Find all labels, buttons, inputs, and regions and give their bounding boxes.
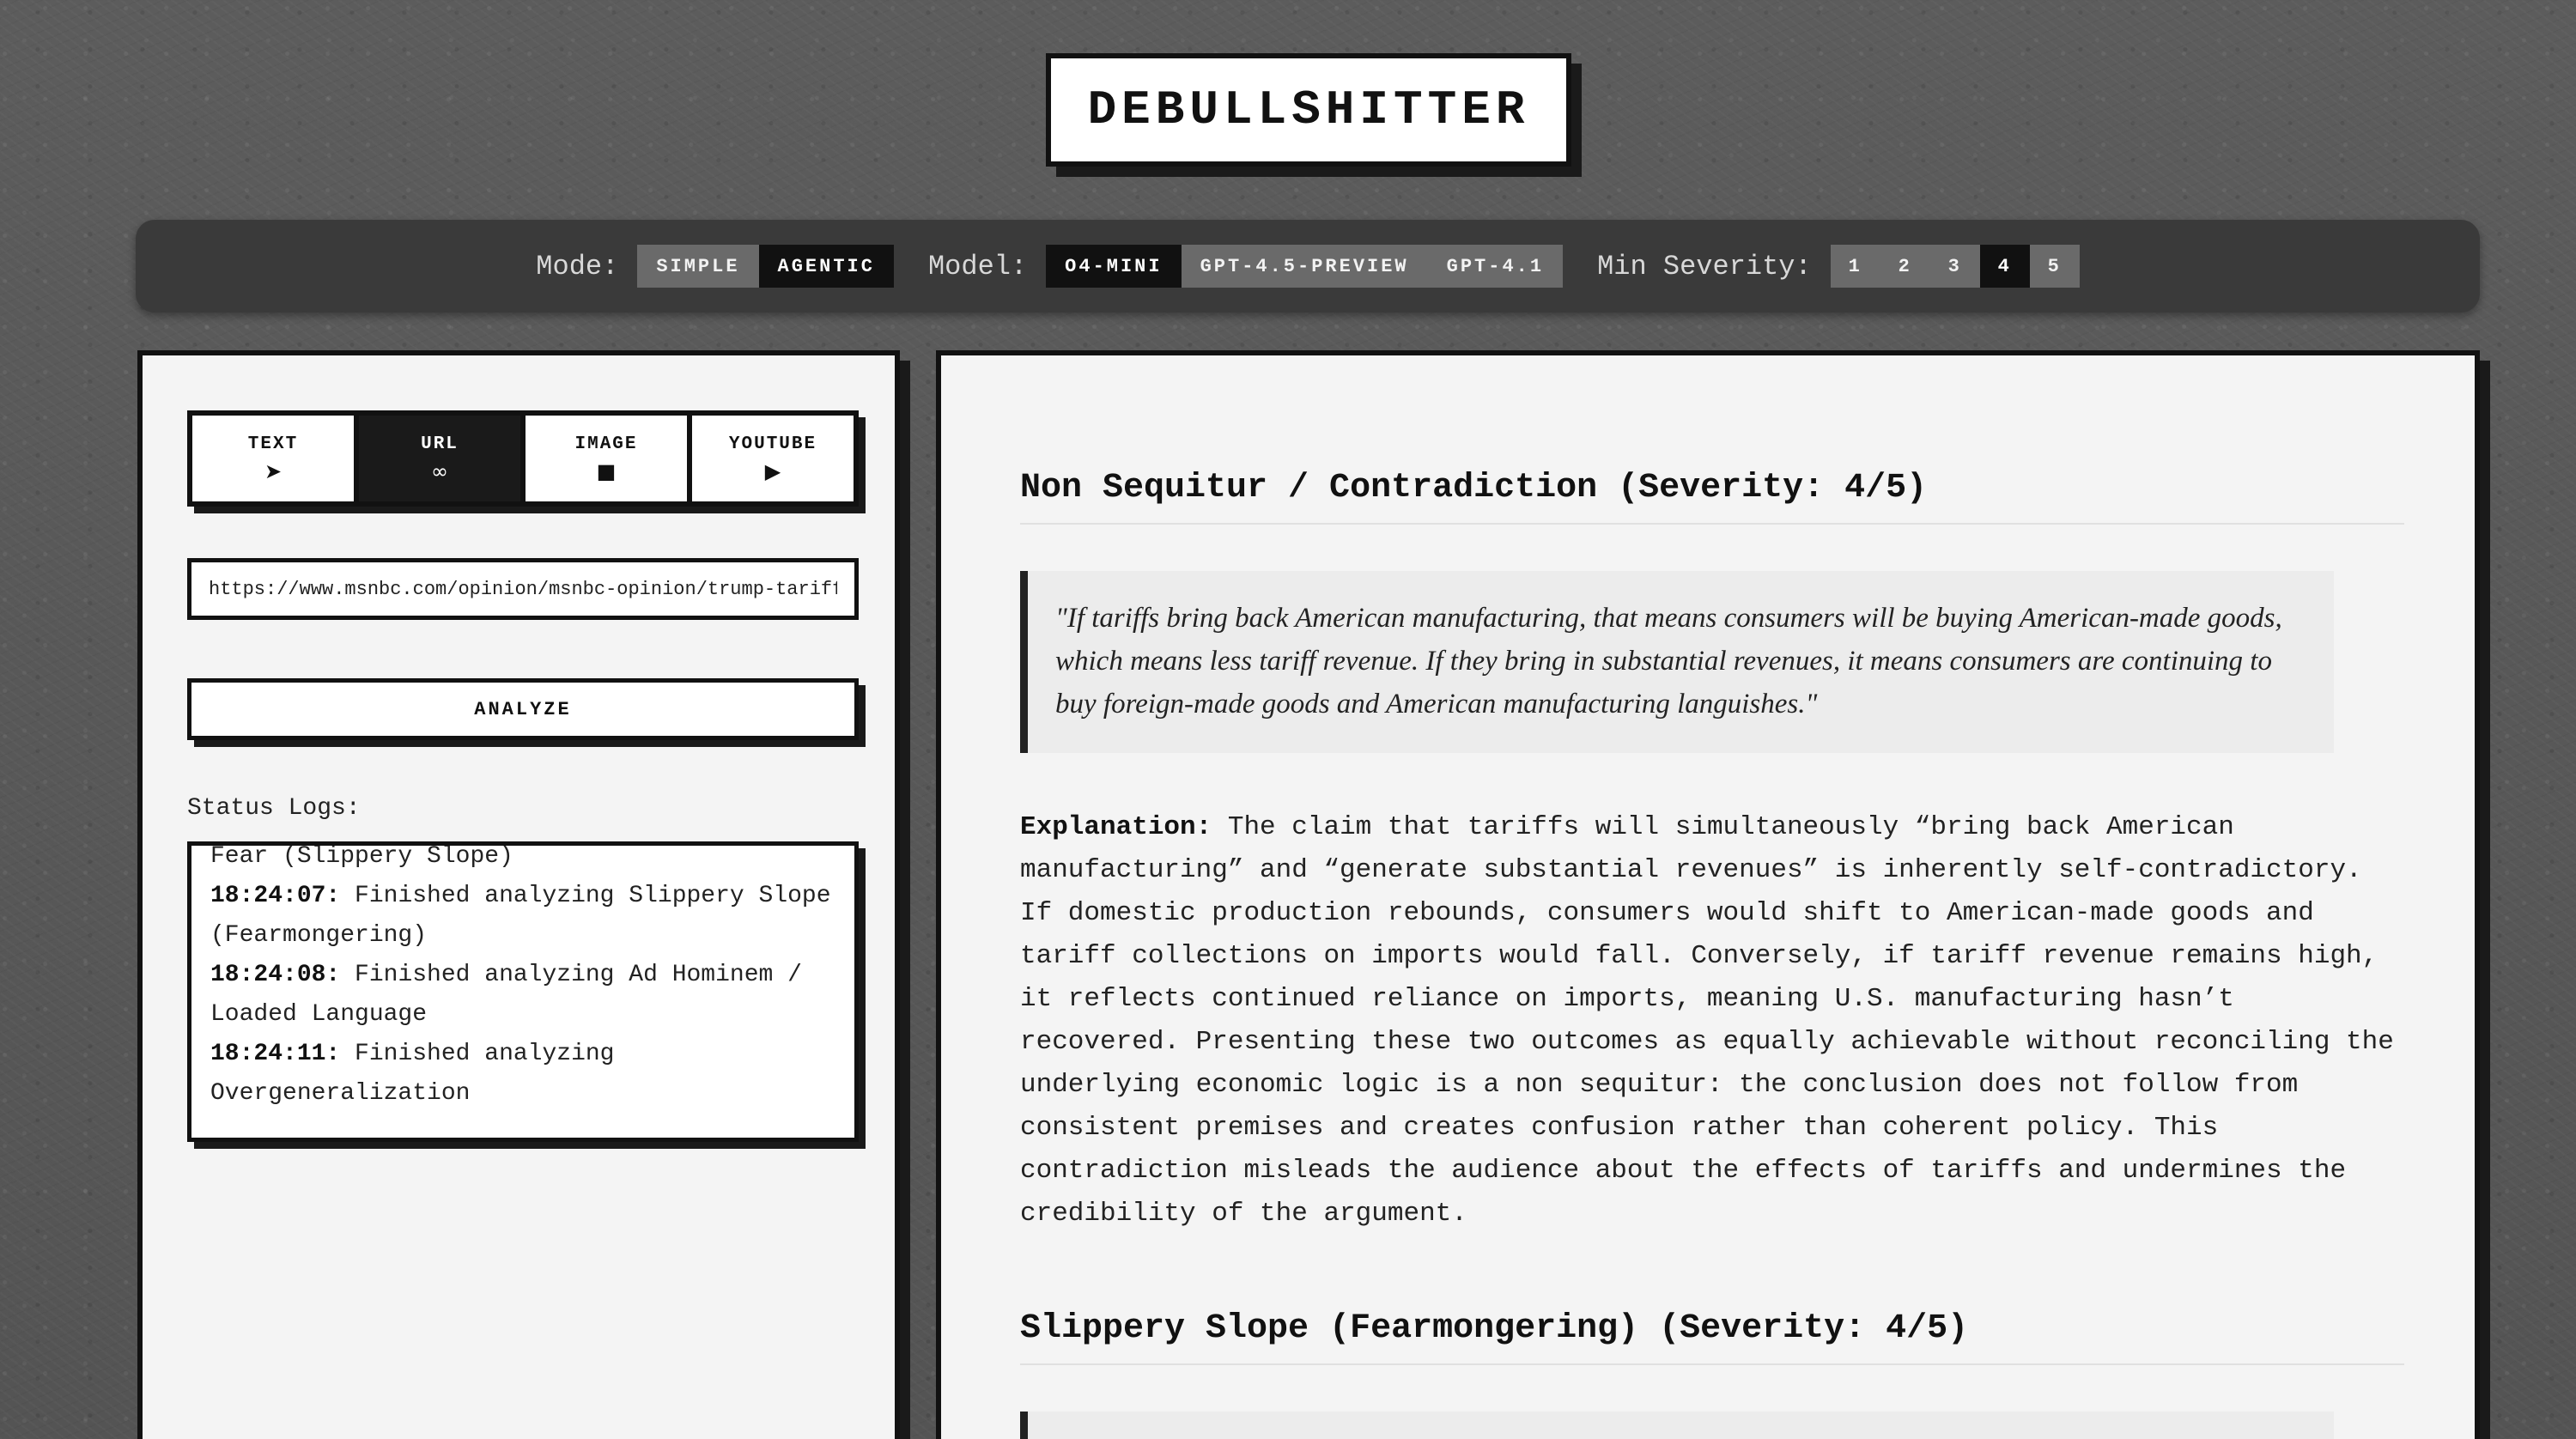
arrow-icon: ➤ xyxy=(264,458,283,483)
log-entry: 18:24:08: Finished analyzing Ad Hominem … xyxy=(210,956,835,1035)
mode-label: Mode: xyxy=(536,250,619,282)
tab-image-label: IMAGE xyxy=(574,434,638,454)
severity-5-button[interactable]: 5 xyxy=(2029,245,2080,288)
severity-group: Min Severity: 1 2 3 4 5 xyxy=(1597,245,2080,288)
severity-3-button[interactable]: 3 xyxy=(1929,245,1980,288)
severity-2-button[interactable]: 2 xyxy=(1880,245,1930,288)
log-time: 18:24:07: xyxy=(210,883,341,909)
model-group: Model: O4-MINI GPT-4.5-PREVIEW GPT-4.1 xyxy=(927,245,1564,288)
log-entry: 18:24:11: Finished analyzing Overgeneral… xyxy=(210,1035,835,1114)
input-type-tabs: TEXT ➤ URL ∞ IMAGE ■ YOUTUBE ▶ xyxy=(187,410,859,507)
tab-text[interactable]: TEXT ➤ xyxy=(192,416,359,501)
tab-url[interactable]: URL ∞ xyxy=(359,416,526,501)
log-entry: Fear (Slippery Slope) xyxy=(210,843,835,877)
status-logs-title: Status Logs: xyxy=(187,795,361,822)
fallacy-title: Slippery Slope (Fearmongering) (Severity… xyxy=(1020,1309,2404,1365)
app-title: DEBULLSHITTER xyxy=(1087,82,1530,137)
status-logs-box[interactable]: Fear (Slippery Slope) 18:24:07: Finished… xyxy=(187,841,859,1142)
mode-simple-button[interactable]: SIMPLE xyxy=(637,245,759,288)
model-o4-mini-button[interactable]: O4-MINI xyxy=(1046,245,1182,288)
play-icon: ▶ xyxy=(764,458,781,483)
tab-url-label: URL xyxy=(421,434,459,454)
link-icon: ∞ xyxy=(431,458,448,483)
results-content: Non Sequitur / Contradiction (Severity: … xyxy=(1020,469,2404,1439)
tab-youtube[interactable]: YOUTUBE ▶ xyxy=(692,416,854,501)
model-label: Model: xyxy=(927,250,1028,282)
severity-1-button[interactable]: 1 xyxy=(1830,245,1880,288)
tab-youtube-label: YOUTUBE xyxy=(728,434,817,454)
severity-4-button[interactable]: 4 xyxy=(1979,245,2030,288)
log-entry: 18:24:07: Finished analyzing Slippery Sl… xyxy=(210,877,835,956)
tab-text-label: TEXT xyxy=(247,434,299,454)
mode-selector: SIMPLE AGENTIC xyxy=(637,245,894,288)
severity-selector: 1 2 3 4 5 xyxy=(1830,245,2080,288)
results-panel[interactable]: Non Sequitur / Contradiction (Severity: … xyxy=(936,350,2480,1439)
mode-agentic-button[interactable]: AGENTIC xyxy=(758,245,894,288)
log-time: 18:24:08: xyxy=(210,962,341,988)
control-bar: Mode: SIMPLE AGENTIC Model: O4-MINI GPT-… xyxy=(136,220,2480,313)
explanation-text: The claim that tariffs will simultaneous… xyxy=(1020,812,2394,1229)
app-title-box: DEBULLSHITTER xyxy=(1046,53,1571,167)
image-icon: ■ xyxy=(596,458,617,483)
explanation-label: Explanation: xyxy=(1020,812,1212,842)
fallacy-quote: "If tariffs bring back American manufact… xyxy=(1020,571,2334,753)
log-text: Fear (Slippery Slope) xyxy=(210,843,513,870)
model-selector: O4-MINI GPT-4.5-PREVIEW GPT-4.1 xyxy=(1046,245,1564,288)
severity-label: Min Severity: xyxy=(1597,250,1812,282)
tab-image[interactable]: IMAGE ■ xyxy=(526,416,692,501)
mode-group: Mode: SIMPLE AGENTIC xyxy=(536,245,894,288)
fallacy-quote xyxy=(1020,1412,2334,1439)
url-input[interactable] xyxy=(187,558,859,620)
log-time: 18:24:11: xyxy=(210,1041,341,1067)
fallacy-explanation: Explanation: The claim that tariffs will… xyxy=(1020,806,2404,1236)
model-gpt-4-1-button[interactable]: GPT-4.1 xyxy=(1427,245,1564,288)
input-panel: TEXT ➤ URL ∞ IMAGE ■ YOUTUBE ▶ ANALYZE S… xyxy=(137,350,900,1439)
analyze-button[interactable]: ANALYZE xyxy=(187,678,859,740)
fallacy-title: Non Sequitur / Contradiction (Severity: … xyxy=(1020,469,2404,525)
model-gpt-4-5-preview-button[interactable]: GPT-4.5-PREVIEW xyxy=(1181,245,1428,288)
